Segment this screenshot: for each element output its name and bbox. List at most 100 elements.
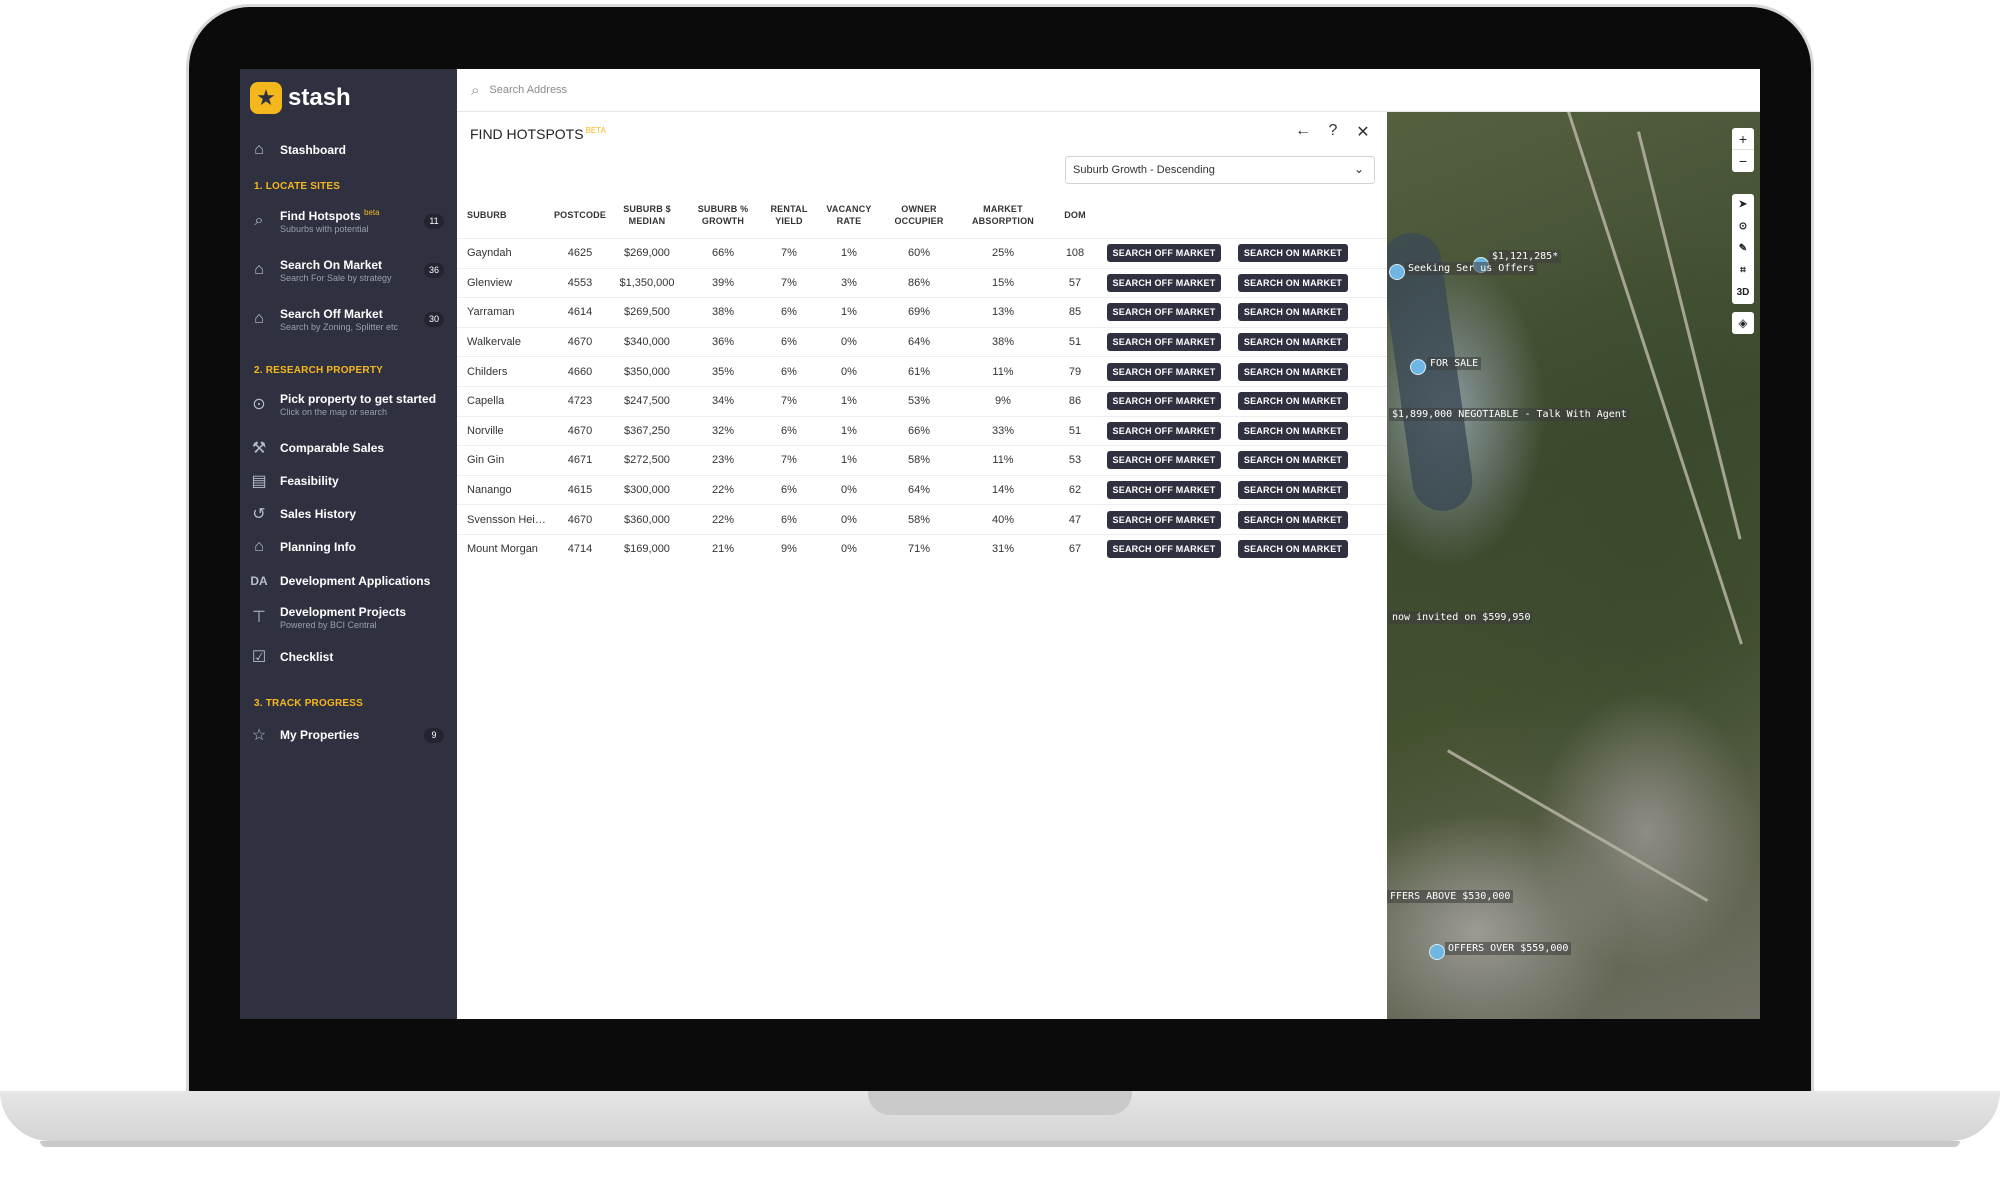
- cell-suburb: Glenview: [467, 276, 513, 289]
- cell-postcode: 4671: [567, 454, 593, 467]
- search-off-market-button[interactable]: SEARCH OFF MARKET: [1106, 481, 1222, 500]
- cell-median: $340,000: [624, 336, 670, 349]
- search-off-market-button[interactable]: SEARCH OFF MARKET: [1106, 421, 1222, 440]
- sidebar-item-my-properties[interactable]: ☆ My Properties 9: [248, 716, 450, 754]
- sidebar-item-pick-property[interactable]: ⊙ Pick property to get started Click on …: [248, 385, 450, 423]
- brand[interactable]: ★ stash: [250, 81, 351, 115]
- col-suburb[interactable]: SUBURB: [457, 209, 549, 221]
- sidebar-item-stashboard[interactable]: ⌂ Stashboard: [248, 131, 450, 169]
- table-row[interactable]: Nanango 4615 $300,000 22% 6% 0% 64% 14% 62 SEARCH…: [457, 474, 1387, 505]
- map-pin[interactable]: [1410, 359, 1426, 375]
- back-arrow-icon[interactable]: ←: [1293, 122, 1313, 142]
- search-on-market-button[interactable]: SEARCH ON MARKET: [1237, 481, 1349, 500]
- sidebar-item-sub: Search For Sale by strategy: [280, 272, 392, 283]
- cell-dom: 51: [1068, 424, 1082, 437]
- layers-icon[interactable]: ◈: [1732, 312, 1754, 334]
- zoom-out-button[interactable]: −: [1732, 150, 1754, 172]
- cell-dom: 108: [1065, 247, 1085, 260]
- table-row[interactable]: Mount Morgan 4714 $169,000 21% 9% 0% 71% 31% 67 S…: [457, 533, 1387, 564]
- search-on-market-button[interactable]: SEARCH ON MARKET: [1237, 362, 1349, 381]
- 3d-button[interactable]: 3D: [1732, 282, 1754, 304]
- satellite-map[interactable]: + − ➤ ⊙ ✎ ⌗ 3D ◈ $1,121,285* Seeking Ser…: [1387, 112, 1760, 1019]
- sidebar-item-label: Planning Info: [280, 540, 356, 554]
- map-pin[interactable]: [1389, 264, 1405, 280]
- chevron-down-icon: ⌄: [1353, 162, 1364, 176]
- map-pin[interactable]: [1429, 944, 1445, 960]
- beta-tag: beta: [364, 208, 380, 217]
- cell-owner-occupier: 53%: [907, 395, 931, 408]
- sidebar-item-search-on-market[interactable]: ⌂ Search On Market Search For Sale by st…: [248, 251, 450, 289]
- map-price-label[interactable]: OFFERS OVER $559,000: [1445, 942, 1572, 955]
- draw-icon[interactable]: ✎: [1732, 238, 1754, 260]
- cell-suburb: Walkervale: [467, 336, 521, 349]
- cell-median: $1,350,000: [619, 276, 675, 289]
- star-icon: ★: [250, 82, 282, 114]
- col-growth[interactable]: SUBURB % GROWTH: [683, 203, 763, 227]
- search-off-market-button[interactable]: SEARCH OFF MARKET: [1106, 303, 1222, 322]
- search-on-market-button[interactable]: SEARCH ON MARKET: [1237, 451, 1349, 470]
- map-price-label[interactable]: now invited on $599,950: [1389, 611, 1534, 624]
- search-off-market-button[interactable]: SEARCH OFF MARKET: [1106, 451, 1222, 470]
- search-on-market-button[interactable]: SEARCH ON MARKET: [1237, 510, 1349, 529]
- sidebar-item-development-projects[interactable]: ⊤ Development Projects Powered by BCI Ce…: [248, 598, 450, 636]
- search-on-market-button[interactable]: SEARCH ON MARKET: [1237, 303, 1349, 322]
- col-owner-occupier[interactable]: OWNER OCCUPIER: [883, 203, 955, 227]
- sidebar-item-search-off-market[interactable]: ⌂ Search Off Market Search by Zoning, Sp…: [248, 300, 450, 338]
- cell-owner-occupier: 60%: [907, 247, 931, 260]
- search-off-market-button[interactable]: SEARCH OFF MARKET: [1106, 540, 1222, 559]
- cell-suburb: Svensson Heig...: [467, 513, 549, 526]
- table-row[interactable]: Yarraman 4614 $269,500 38% 6% 1% 69% 13% 85 SEARC…: [457, 297, 1387, 327]
- search-off-market-button[interactable]: SEARCH OFF MARKET: [1106, 510, 1222, 529]
- search-on-market-button[interactable]: SEARCH ON MARKET: [1237, 273, 1349, 292]
- sidebar-item-planning-info[interactable]: ⌂ Planning Info: [248, 528, 450, 566]
- col-vacancy-rate[interactable]: VACANCY RATE: [815, 203, 883, 227]
- map-price-label[interactable]: $1,899,000 NEGOTIABLE - Talk With Agent: [1389, 408, 1630, 421]
- map-tools: ➤ ⊙ ✎ ⌗ 3D: [1732, 194, 1754, 304]
- col-median[interactable]: SUBURB $ MEDIAN: [611, 203, 683, 227]
- search-on-market-button[interactable]: SEARCH ON MARKET: [1237, 244, 1349, 263]
- table-row[interactable]: Walkervale 4670 $340,000 36% 6% 0% 64% 38% 51 SEA…: [457, 326, 1387, 357]
- col-postcode[interactable]: POSTCODE: [549, 209, 611, 221]
- close-icon[interactable]: ✕: [1353, 122, 1373, 142]
- map-price-label[interactable]: Seeking Ser us Offers: [1405, 262, 1538, 275]
- sidebar-item-development-applications[interactable]: DA Development Applications: [248, 562, 450, 600]
- search-icon: ⌕: [254, 212, 264, 229]
- sort-select[interactable]: Suburb Growth - Descending ⌄: [1065, 156, 1375, 184]
- cell-vacancy-rate: 1%: [841, 424, 857, 437]
- pin-icon[interactable]: ⊙: [1732, 216, 1754, 238]
- count-badge: 30: [424, 312, 444, 327]
- table-row[interactable]: Gayndah 4625 $269,000 66% 7% 1% 60% 25% 108 SEARC…: [457, 238, 1387, 268]
- search-on-market-button[interactable]: SEARCH ON MARKET: [1237, 421, 1349, 440]
- sidebar-item-checklist[interactable]: ☑ Checklist: [248, 638, 450, 676]
- table-row[interactable]: Svensson Heig... 4670 $360,000 22% 6% 0% 58% 40…: [457, 504, 1387, 534]
- search-off-market-button[interactable]: SEARCH OFF MARKET: [1106, 273, 1222, 292]
- cell-median: $269,000: [624, 247, 670, 260]
- search-on-market-button[interactable]: SEARCH ON MARKET: [1237, 540, 1349, 559]
- map-road: [1447, 749, 1709, 902]
- pointer-icon[interactable]: ➤: [1732, 194, 1754, 216]
- search-off-market-button[interactable]: SEARCH OFF MARKET: [1106, 362, 1222, 381]
- search-off-market-button[interactable]: SEARCH OFF MARKET: [1106, 333, 1222, 352]
- help-icon[interactable]: ?: [1323, 122, 1343, 142]
- polygon-icon[interactable]: ⌗: [1732, 260, 1754, 282]
- zoom-in-button[interactable]: +: [1732, 128, 1754, 150]
- panel-title: FIND HOTSPOTS BETA: [470, 126, 606, 142]
- search-off-market-button[interactable]: SEARCH OFF MARKET: [1106, 392, 1222, 411]
- table-row[interactable]: Norville 4670 $367,250 32% 6% 1% 66% 33% 51 SEARC…: [457, 415, 1387, 446]
- sidebar-item-sub: Click on the map or search: [280, 406, 388, 417]
- cell-growth: 35%: [711, 365, 735, 378]
- col-rental-yield[interactable]: RENTAL YIELD: [763, 203, 815, 227]
- search-address-input[interactable]: [489, 84, 1090, 96]
- search-off-market-button[interactable]: SEARCH OFF MARKET: [1106, 244, 1222, 263]
- col-market-absorption[interactable]: MARKET ABSORPTION: [955, 203, 1051, 227]
- sidebar-item-find-hotspots[interactable]: ⌕ Find Hotspots beta Suburbs with potent…: [248, 202, 450, 240]
- col-dom[interactable]: DOM: [1051, 209, 1099, 221]
- map-price-label[interactable]: FFERS ABOVE $530,000: [1387, 890, 1514, 903]
- table-row[interactable]: Gin Gin 4671 $272,500 23% 7% 1% 58% 11% 53 SEARCH…: [457, 445, 1387, 475]
- table-row[interactable]: Glenview 4553 $1,350,000 39% 7% 3% 86% 15% 57 SEA…: [457, 267, 1387, 298]
- table-row[interactable]: Childers 4660 $350,000 35% 6% 0% 61% 11% 79 SEARC…: [457, 356, 1387, 386]
- search-on-market-button[interactable]: SEARCH ON MARKET: [1237, 392, 1349, 411]
- table-row[interactable]: Capella 4723 $247,500 34% 7% 1% 53% 9% 86 SEARCH …: [457, 385, 1387, 416]
- map-price-label[interactable]: FOR SALE: [1427, 357, 1482, 370]
- search-on-market-button[interactable]: SEARCH ON MARKET: [1237, 333, 1349, 352]
